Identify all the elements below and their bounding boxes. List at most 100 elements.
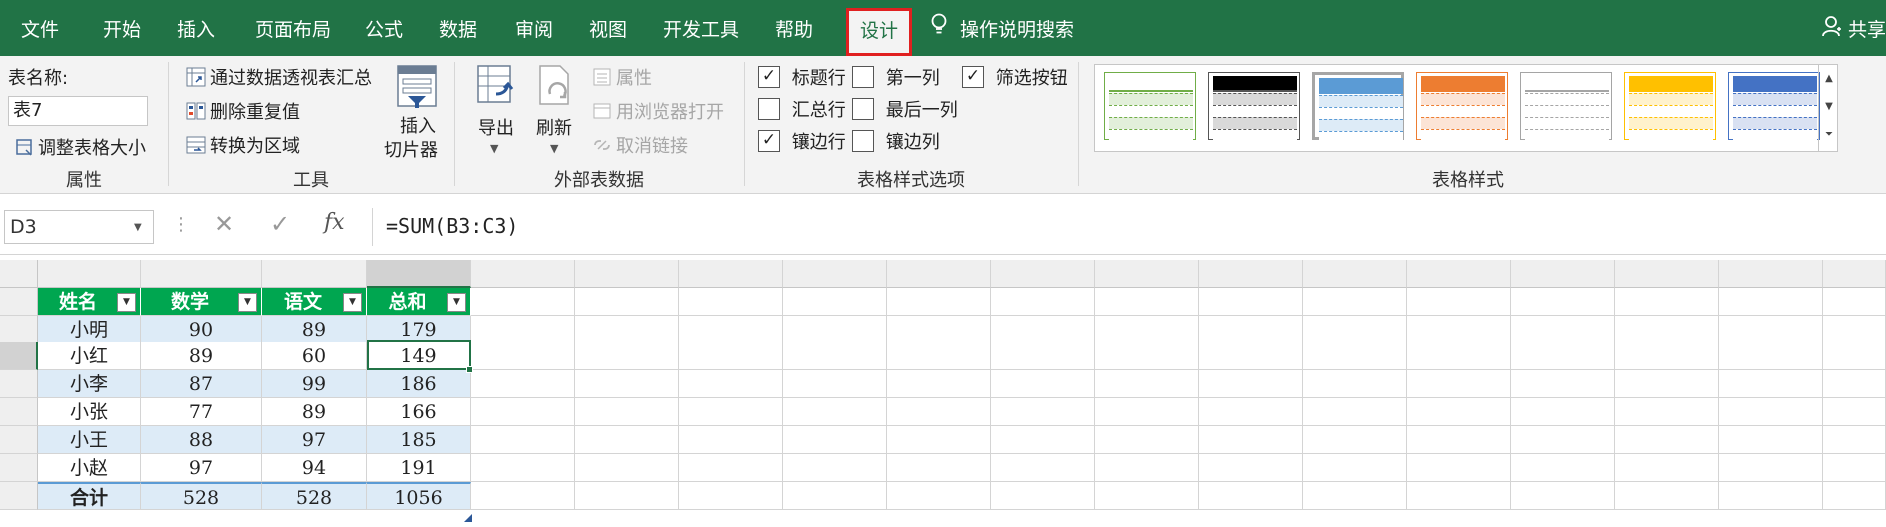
grid-cell[interactable] — [1719, 454, 1823, 482]
column-header[interactable] — [1511, 260, 1615, 288]
grid-cell[interactable] — [1511, 316, 1615, 344]
table-cell[interactable]: 77 — [141, 398, 262, 426]
grid-cell[interactable] — [1615, 316, 1719, 344]
more-options-icon[interactable]: ⋮ — [172, 214, 190, 235]
banded-columns-checkbox[interactable] — [852, 130, 874, 152]
formula-input[interactable]: =SUM(B3:C3) — [386, 210, 518, 242]
grid-cell[interactable] — [991, 398, 1095, 426]
grid-cell[interactable] — [887, 288, 991, 316]
grid-cell[interactable] — [887, 482, 991, 510]
insert-function-icon[interactable]: fx — [324, 210, 345, 235]
grid-cell[interactable] — [1823, 288, 1886, 316]
table-header-cell[interactable]: 总和 ▼ — [367, 288, 471, 316]
select-all-corner[interactable] — [0, 260, 38, 288]
grid-cell[interactable] — [1303, 482, 1407, 510]
table-cell[interactable]: 小赵 — [38, 454, 141, 482]
table-cell[interactable]: 97 — [262, 426, 367, 454]
grid-cell[interactable] — [575, 398, 679, 426]
table-cell[interactable]: 90 — [141, 316, 262, 344]
grid-cell[interactable] — [991, 482, 1095, 510]
table-cell[interactable]: 97 — [141, 454, 262, 482]
table-style-swatch[interactable] — [1728, 72, 1820, 142]
grid-cell[interactable] — [783, 316, 887, 344]
banded-rows-option[interactable]: ✓ 镶边行 — [758, 128, 846, 154]
table-header-cell[interactable]: 语文 ▼ — [262, 288, 367, 316]
insert-slicer-button[interactable]: 插入 切片器 — [384, 62, 450, 161]
grid-cell[interactable] — [1615, 288, 1719, 316]
total-row-option[interactable]: 汇总行 — [758, 96, 846, 122]
grid-cell[interactable] — [1199, 370, 1303, 398]
grid-cell[interactable] — [575, 426, 679, 454]
table-cell[interactable]: 94 — [262, 454, 367, 482]
grid-cell[interactable] — [1719, 316, 1823, 344]
grid-cell[interactable] — [1303, 370, 1407, 398]
column-header[interactable] — [367, 260, 471, 288]
name-box-dropdown-icon[interactable]: ▼ — [134, 222, 142, 233]
filter-button-checkbox[interactable]: ✓ — [962, 66, 984, 88]
tab-help[interactable]: 帮助 — [770, 0, 818, 56]
grid-cell[interactable] — [991, 370, 1095, 398]
grid-cell[interactable] — [1407, 370, 1511, 398]
table-style-swatch[interactable] — [1312, 72, 1404, 144]
column-header[interactable] — [262, 260, 367, 288]
column-header[interactable] — [1823, 260, 1886, 288]
grid-cell[interactable] — [1095, 426, 1199, 454]
grid-cell[interactable] — [1407, 454, 1511, 482]
table-header-cell[interactable]: 姓名 ▼ — [38, 288, 141, 316]
grid-cell[interactable] — [1823, 426, 1886, 454]
column-header[interactable] — [679, 260, 783, 288]
grid-cell[interactable] — [887, 398, 991, 426]
table-cell[interactable]: 60 — [262, 342, 367, 370]
grid-cell[interactable] — [1823, 370, 1886, 398]
row-header[interactable] — [0, 426, 38, 454]
grid-cell[interactable] — [1407, 288, 1511, 316]
table-name-input[interactable]: 表7 — [8, 96, 148, 126]
grid-cell[interactable] — [1199, 398, 1303, 426]
external-properties-button[interactable]: 属性 — [592, 64, 652, 92]
column-header[interactable] — [38, 260, 141, 288]
tab-view[interactable]: 视图 — [584, 0, 632, 56]
share-button[interactable]: 共享 — [1822, 0, 1886, 56]
column-header[interactable] — [783, 260, 887, 288]
grid-cell[interactable] — [679, 342, 783, 370]
grid-cell[interactable] — [991, 426, 1095, 454]
table-cell[interactable]: 87 — [141, 370, 262, 398]
grid-cell[interactable] — [1615, 482, 1719, 510]
column-header[interactable] — [141, 260, 262, 288]
grid-cell[interactable] — [471, 426, 575, 454]
grid-cell[interactable] — [471, 342, 575, 370]
row-header[interactable] — [0, 454, 38, 482]
grid-cell[interactable] — [471, 454, 575, 482]
remove-duplicates-button[interactable]: 删除重复值 — [186, 98, 300, 126]
grid-cell[interactable] — [1303, 316, 1407, 344]
fill-handle[interactable] — [466, 366, 473, 373]
filter-dropdown-icon[interactable]: ▼ — [447, 293, 466, 312]
grid-cell[interactable] — [1303, 454, 1407, 482]
grid-cell[interactable] — [887, 426, 991, 454]
first-column-checkbox[interactable] — [852, 66, 874, 88]
grid-cell[interactable] — [1095, 316, 1199, 344]
tab-review[interactable]: 审阅 — [510, 0, 558, 56]
table-resize-handle-icon[interactable] — [464, 506, 472, 522]
grid-cell[interactable] — [679, 454, 783, 482]
grid-cell[interactable] — [679, 482, 783, 510]
grid-cell[interactable] — [679, 316, 783, 344]
grid-cell[interactable] — [679, 288, 783, 316]
filter-dropdown-icon[interactable]: ▼ — [117, 293, 136, 312]
unlink-button[interactable]: 取消链接 — [592, 132, 688, 160]
column-header[interactable] — [1407, 260, 1511, 288]
grid-cell[interactable] — [575, 342, 679, 370]
last-column-checkbox[interactable] — [852, 98, 874, 120]
first-column-option[interactable]: 第一列 — [852, 64, 940, 90]
grid-cell[interactable] — [1511, 398, 1615, 426]
tab-home[interactable]: 开始 — [98, 0, 146, 56]
header-row-option[interactable]: ✓ 标题行 — [758, 64, 846, 90]
grid-cell[interactable] — [1719, 426, 1823, 454]
grid-cell[interactable] — [1823, 342, 1886, 370]
grid-cell[interactable] — [1407, 316, 1511, 344]
grid-cell[interactable] — [783, 398, 887, 426]
grid-cell[interactable] — [1719, 342, 1823, 370]
grid-cell[interactable] — [679, 370, 783, 398]
grid-cell[interactable] — [1719, 288, 1823, 316]
row-header[interactable] — [0, 288, 38, 316]
